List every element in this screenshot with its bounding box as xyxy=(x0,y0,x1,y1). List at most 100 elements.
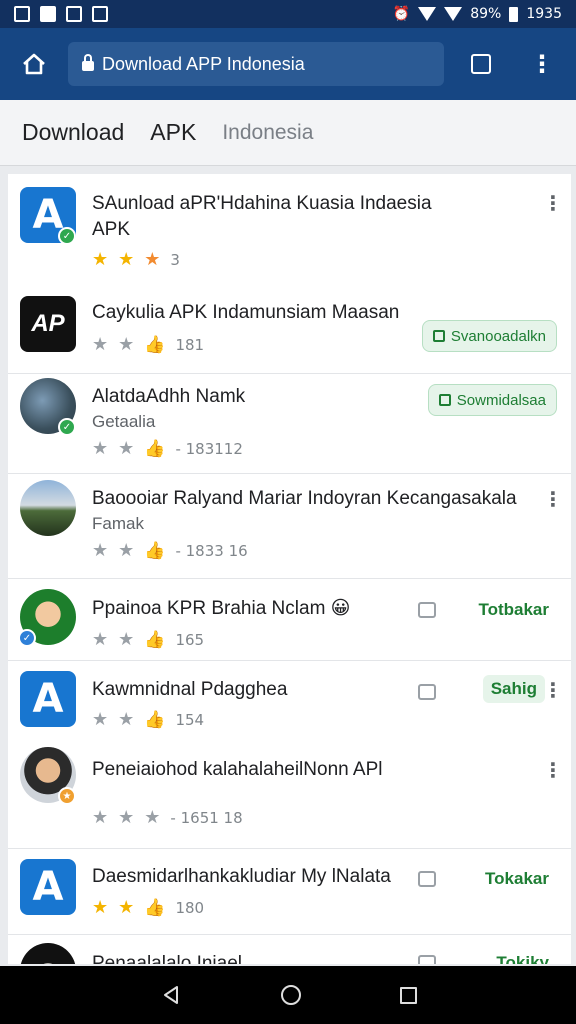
download-button[interactable]: Sowmidalsaa xyxy=(427,384,557,416)
download-action[interactable]: Tokiky xyxy=(488,949,557,964)
rating-count: - 1651 18 xyxy=(170,808,243,827)
app-list: A ✓ SAunload aPR'Hdahina Kuasia Indaesia… xyxy=(8,174,571,964)
battery-percent: 89% xyxy=(470,6,502,22)
app-title: SAunload aPR'Hdahina Kuasia Indaesia xyxy=(92,193,432,214)
app-title: Kawmnidnal Pdagghea xyxy=(92,679,288,700)
thumbs-up-icon: 👍 xyxy=(144,438,166,459)
more-vert-icon[interactable]: ⋮ xyxy=(543,194,563,214)
thumbs-up-icon: 👍 xyxy=(144,540,166,561)
list-item[interactable]: A Daesmidarlhankakludiar My lNalata ★ ★ … xyxy=(8,849,571,935)
home-nav-icon[interactable] xyxy=(280,985,301,1005)
download-label: Svanooadalkn xyxy=(450,327,546,345)
more-vert-icon[interactable]: ⋮ xyxy=(543,761,563,781)
app-icon xyxy=(20,480,76,536)
tab-switcher-button[interactable] xyxy=(448,28,514,100)
rating: ★ ★ 👍 181 xyxy=(92,334,204,355)
rating-count: 165 xyxy=(175,630,205,649)
list-item[interactable]: Penaalalalo Iniael Tokiky xyxy=(8,935,571,964)
browser-toolbar: Download APP Indonesia ⋮ xyxy=(0,28,576,100)
star-icon: ★ xyxy=(118,629,135,650)
checkbox-icon xyxy=(438,394,451,406)
alarm-icon: ⏰ xyxy=(392,6,411,22)
recents-icon[interactable] xyxy=(399,986,417,1004)
star-icon: ★ xyxy=(118,438,135,459)
tab-download[interactable]: Download xyxy=(22,119,124,146)
list-item[interactable]: A Kawmnidnal Pdagghea ★ ★ 👍 154 Sahig ⋮ xyxy=(8,661,571,733)
address-bar[interactable]: Download APP Indonesia xyxy=(68,42,444,86)
more-vert-icon: ⋮ xyxy=(530,50,554,78)
star-icon: ★ xyxy=(118,540,135,561)
smile-emoji-icon: 😀 xyxy=(330,598,351,619)
clock: 1935 xyxy=(526,6,562,22)
comment-icon[interactable] xyxy=(418,684,436,700)
star-icon: ★ xyxy=(92,249,109,270)
thumbs-up-icon: 👍 xyxy=(144,629,166,650)
star-icon: ★ xyxy=(92,540,109,561)
list-item[interactable]: AP Caykulia APK Indamunsiam Maasan ★ ★ 👍… xyxy=(8,284,571,374)
more-vert-icon[interactable]: ⋮ xyxy=(543,490,563,510)
rating: ★ ★ ★ - 1651 18 xyxy=(92,807,243,828)
tab-indonesia[interactable]: Indonesia xyxy=(222,121,313,145)
home-icon xyxy=(23,53,45,75)
rating-count: 180 xyxy=(175,898,205,917)
rating: ★ ★ ★ 3 xyxy=(92,249,180,270)
gallery-notification-icon xyxy=(14,6,30,22)
app-subtitle: Getaalia xyxy=(92,412,156,431)
star-icon: ★ xyxy=(92,438,109,459)
app-title: Penaalalalo Iniael xyxy=(92,953,243,964)
star-icon: ★ xyxy=(144,807,161,828)
thumbs-up-icon: 👍 xyxy=(144,709,166,730)
star-icon: ★ xyxy=(118,709,135,730)
rating: ★ ★ 👍 - 1833 16 xyxy=(92,540,248,561)
download-action[interactable]: Sahig xyxy=(482,675,545,703)
app-title: Caykulia APK Indamunsiam Maasan xyxy=(92,302,400,323)
rating: ★ ★ 👍 154 xyxy=(92,709,204,730)
thumbs-up-icon: 👍 xyxy=(144,334,166,355)
rating-count: - 183112 xyxy=(175,439,243,458)
more-vert-icon[interactable]: ⋮ xyxy=(543,681,563,701)
wifi-icon xyxy=(418,7,437,21)
back-icon[interactable] xyxy=(160,984,182,1006)
star-icon: ★ xyxy=(118,249,135,270)
app-icon: A xyxy=(20,859,76,915)
system-status: ⏰ 89% 1935 xyxy=(393,6,562,22)
tab-apk[interactable]: APK xyxy=(150,119,196,146)
status-bar: ⏰ 89% 1935 xyxy=(0,0,576,28)
overflow-menu-button[interactable]: ⋮ xyxy=(514,28,570,100)
download-action[interactable]: Totbakar xyxy=(470,596,557,624)
app-icon: A xyxy=(20,671,76,727)
list-item[interactable]: A ✓ SAunload aPR'Hdahina Kuasia Indaesia… xyxy=(8,174,571,284)
app-icon xyxy=(20,943,76,964)
notification-icons xyxy=(14,6,108,22)
star-icon: ★ xyxy=(92,334,109,355)
url-title: Download APP Indonesia xyxy=(102,53,305,74)
star-badge-icon: ★ xyxy=(58,787,76,805)
list-item[interactable]: Baoooiar Ralyand Mariar Indoyran Kecanga… xyxy=(8,474,571,579)
rating: ★ ★ 👍 165 xyxy=(92,629,204,650)
rating: ★ ★ 👍 180 xyxy=(92,897,204,918)
app-icon: AP xyxy=(20,296,76,352)
image-notification-icon xyxy=(92,6,108,22)
download-button[interactable]: Svanooadalkn xyxy=(421,320,557,352)
app-title: Baoooiar Ralyand Mariar Indoyran Kecanga… xyxy=(92,488,517,509)
info-badge-icon: ✓ xyxy=(18,629,36,647)
home-button[interactable] xyxy=(0,28,68,100)
list-item[interactable]: ✓ AlatdaAdhh Namk Getaalia ★ ★ 👍 - 18311… xyxy=(8,374,571,474)
rating-count: 3 xyxy=(170,250,180,269)
comment-icon[interactable] xyxy=(418,602,436,618)
list-item[interactable]: ★ Peneiaiohod kalahalaheilNonn APl ★ ★ ★… xyxy=(8,733,571,849)
system-navigation-bar xyxy=(0,966,576,1024)
comment-icon[interactable] xyxy=(418,955,436,964)
star-icon: ★ xyxy=(92,807,109,828)
star-icon: ★ xyxy=(92,709,109,730)
star-icon: ★ xyxy=(92,897,109,918)
rating: ★ ★ 👍 - 183112 xyxy=(92,438,243,459)
star-icon: ★ xyxy=(118,897,135,918)
app-title: AlatdaAdhh Namk xyxy=(92,386,246,407)
list-item[interactable]: ✓ Ppainoa KPR Brahia Nclam 😀 ★ ★ 👍 165 T… xyxy=(8,579,571,661)
signal-icon xyxy=(444,7,463,21)
category-tabs: Download APK Indonesia xyxy=(0,100,576,166)
download-action[interactable]: Tokakar xyxy=(477,865,557,893)
app-title: Peneiaiohod kalahalaheilNonn APl xyxy=(92,759,383,780)
comment-icon[interactable] xyxy=(418,871,436,887)
